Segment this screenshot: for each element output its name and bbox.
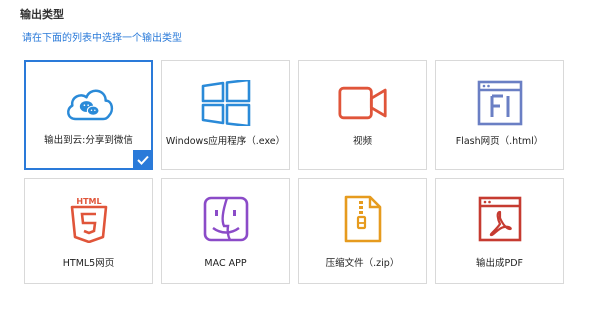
option-video[interactable]: 视频 [298,60,427,170]
option-cloud-wechat[interactable]: 输出到云:分享到微信 [24,60,153,170]
option-pdf-label: 输出成PDF [475,258,523,269]
mac-finder-icon [201,195,251,243]
html5-icon: HTML [64,195,114,243]
option-mac-app[interactable]: MAC APP [161,178,290,284]
pdf-file-icon [475,195,525,243]
option-zip[interactable]: 压缩文件（.zip） [298,178,427,284]
option-pdf[interactable]: 输出成PDF [435,178,564,284]
option-video-label: 视频 [352,136,372,147]
option-html5[interactable]: HTML HTML5网页 [24,178,153,284]
option-windows-exe-label: Windows应用程序（.exe） [165,136,286,147]
output-type-instruction: 请在下面的列表中选择一个输出类型 [22,33,182,44]
output-type-title: 输出类型 [20,8,64,21]
video-camera-icon [337,79,388,127]
flash-page-icon [475,79,525,127]
option-cloud-wechat-label: 输出到云:分享到微信 [44,135,133,146]
option-mac-app-label: MAC APP [204,258,247,269]
windows-icon [201,79,251,127]
output-type-grid: 输出到云:分享到微信 Windows应用程序（.exe） 视频 Flash网页（… [24,60,564,284]
option-windows-exe[interactable]: Windows应用程序（.exe） [161,60,290,170]
selected-check-icon [133,150,153,170]
option-zip-label: 压缩文件（.zip） [325,258,400,269]
zip-file-icon [338,195,388,243]
option-flash-html[interactable]: Flash网页（.html） [435,60,564,170]
option-html5-label: HTML5网页 [62,258,115,269]
option-flash-html-label: Flash网页（.html） [455,136,544,147]
svg-text:HTML: HTML [76,197,101,206]
cloud-wechat-icon [64,80,114,128]
